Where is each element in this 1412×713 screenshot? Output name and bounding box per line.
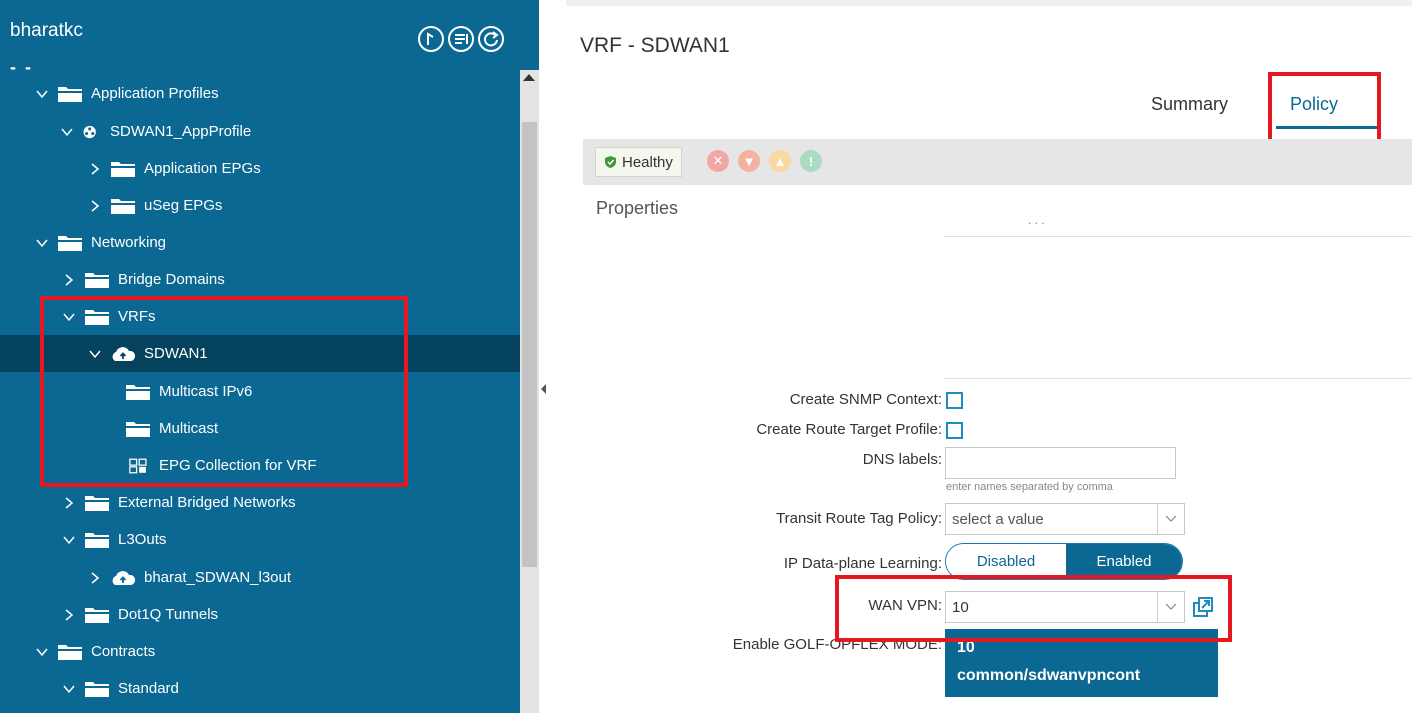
tree-item-label: Contracts [91,643,156,660]
section-divider [944,378,1412,379]
page-title: VRF - SDWAN1 [580,34,730,57]
snmp-context-label: Create SNMP Context: [789,391,942,408]
properties-label: Properties [596,198,679,218]
folder-icon [85,681,109,697]
chevron-down-icon[interactable] [35,236,49,250]
tree-item-label: SDWAN1_AppProfile [110,123,252,140]
tree-item-label: Bridge Domains [118,271,225,288]
tab-summary[interactable]: Summary [1151,94,1228,115]
tree-item-label: Dot1Q Tunnels [118,606,219,623]
dns-labels-hint: enter names separated by comma [946,481,1113,493]
tree-item-external-bridged-networks[interactable]: External Bridged Networks [0,484,520,521]
vrf-detail-pane: VRF - SDWAN1 Summary Policy Healthy ✕ ▼ … [566,0,1412,713]
health-badge[interactable]: Healthy [595,147,682,177]
chevron-right-icon[interactable] [62,496,76,510]
folder-icon [111,161,135,177]
l3out-cloud-icon [112,570,136,585]
chevron-right-icon[interactable] [88,199,102,213]
warning-fault-icon[interactable]: ! [800,150,822,172]
chevron-right-icon[interactable] [62,608,76,622]
tree-item-application-epgs[interactable]: Application EPGs [0,150,520,187]
tree-item-useg-epgs[interactable]: uSeg EPGs [0,187,520,224]
tree-item-sdwan1-appprofile[interactable]: SDWAN1_AppProfile [0,113,520,150]
nav-scrollbar[interactable] [520,70,539,713]
folder-icon [58,644,82,660]
folder-icon [58,235,82,251]
filter-list-icon[interactable] [447,25,475,53]
route-target-checkbox[interactable] [946,422,963,439]
section-divider [944,236,1412,237]
minor-fault-icon[interactable]: ▲ [769,150,791,172]
tree-item-bridge-domains[interactable]: Bridge Domains [0,261,520,298]
tree-item-standard[interactable]: Standard [0,670,520,707]
transit-route-placeholder: select a value [952,510,1044,528]
chevron-down-icon[interactable] [35,645,49,659]
tenant-subtitle: - - [10,57,33,77]
tenant-name: bharatkc [10,20,83,41]
tree-item-networking[interactable]: Networking [0,224,520,261]
tree-item-dot1q-tunnels[interactable]: Dot1Q Tunnels [0,596,520,633]
chevron-right-icon[interactable] [88,571,102,585]
ip-learning-enabled-option[interactable]: Enabled [1066,544,1182,579]
app-profile-icon [83,125,96,138]
faint-marks: . . . [1028,213,1045,227]
ip-learning-disabled-option[interactable]: Disabled [946,544,1066,579]
transit-route-select[interactable]: select a value [945,503,1185,535]
folder-icon [85,495,109,511]
shield-check-icon [605,156,616,168]
nav-header-actions [417,25,505,53]
top-divider [566,0,1412,6]
scroll-thumb[interactable] [522,122,537,567]
major-fault-icon[interactable]: ▼ [738,150,760,172]
tree-item-label: bharat_SDWAN_l3out [144,569,292,586]
tree-item-label: External Bridged Networks [118,494,296,511]
chevron-down-icon[interactable] [62,533,76,547]
refresh-icon[interactable] [477,25,505,53]
tree-item-label: Networking [91,234,167,251]
quick-start-icon[interactable] [417,25,445,53]
tree-item-bharat-sdwan-l3out[interactable]: bharat_SDWAN_l3out [0,559,520,596]
folder-icon [85,272,109,288]
folder-icon [58,86,82,102]
select-divider [1157,504,1158,534]
health-label: Healthy [622,153,673,171]
tree-item-contracts[interactable]: Contracts [0,633,520,670]
scroll-up-arrow-icon[interactable] [523,74,535,81]
snmp-context-checkbox[interactable] [946,392,963,409]
folder-icon [111,198,135,214]
tree-item-l3outs[interactable]: L3Outs [0,521,520,558]
health-status-bar: Healthy ✕ ▼ ▲ ! [583,139,1412,185]
folder-icon [85,607,109,623]
ip-learning-label: IP Data-plane Learning: [783,555,942,572]
chevron-down-icon[interactable] [60,125,74,139]
critical-fault-icon[interactable]: ✕ [707,150,729,172]
dns-labels-label: DNS labels: [862,451,942,468]
transit-route-label: Transit Route Tag Policy: [776,510,942,527]
tree-item-label: Application Profiles [91,85,219,102]
dns-labels-input[interactable] [945,447,1176,479]
pane-collapse-handle-icon[interactable] [541,384,546,394]
tree-item-label: Application EPGs [144,160,261,177]
folder-icon [85,532,109,548]
tree-item-label: uSeg EPGs [144,197,223,214]
tree-item-label: Standard [118,680,179,697]
tree-item-application-profiles[interactable]: Application Profiles [0,75,520,112]
route-target-label: Create Route Target Profile: [756,421,942,438]
wan-vpn-option[interactable]: common/sdwanvpncont [957,667,1140,685]
chevron-right-icon[interactable] [62,273,76,287]
chevron-down-icon[interactable] [1165,512,1177,524]
tree-item-label: L3Outs [118,531,167,548]
highlight-box-vrfs [40,296,408,487]
chevron-down-icon[interactable] [35,87,49,101]
chevron-down-icon[interactable] [62,682,76,696]
highlight-box-wan-vpn [835,575,1232,642]
chevron-right-icon[interactable] [88,162,102,176]
